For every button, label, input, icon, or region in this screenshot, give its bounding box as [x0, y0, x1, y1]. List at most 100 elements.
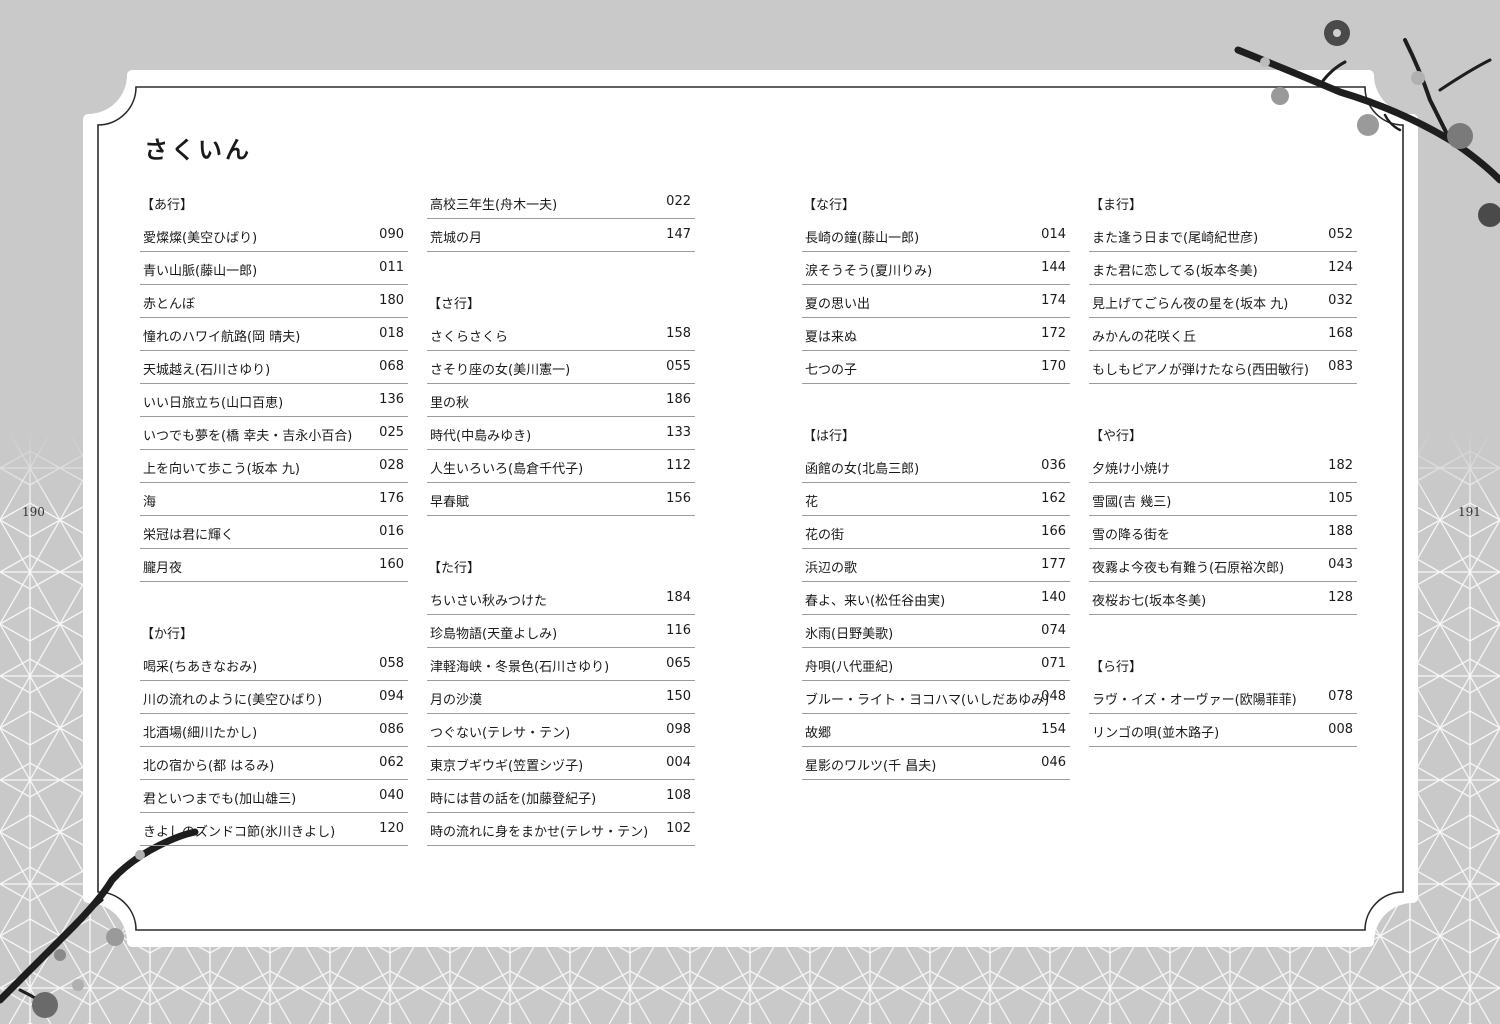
- index-entry: 函館の女(北島三郎) 036: [802, 450, 1070, 483]
- index-entry: きよしのズンドコ節(氷川きよし) 120: [140, 813, 408, 846]
- entry-title: 春よ、来い(松任谷由実): [805, 594, 946, 609]
- entry-title: 夏は来ぬ: [805, 330, 858, 345]
- index-entry: 高校三年生(舟木一夫) 022: [427, 186, 695, 219]
- index-entry: もしもピアノが弾けたなら(西田敏行) 083: [1089, 351, 1357, 384]
- entry-title: もしもピアノが弾けたなら(西田敏行): [1092, 363, 1309, 378]
- entry-page-number: 140: [1041, 590, 1066, 605]
- entry-page-number: 116: [666, 623, 691, 638]
- entry-page-number: 040: [379, 788, 404, 803]
- index-column-3: 【な行】 長崎の鐘(藤山一郎) 014 涙そうそう(夏川りみ) 144 夏の思い出 174 夏…: [802, 186, 1070, 780]
- entry-page-number: 133: [666, 425, 691, 440]
- entry-page-number: 120: [379, 821, 404, 836]
- index-entry: 花の街 166: [802, 516, 1070, 549]
- entry-title: 里の秋: [430, 396, 470, 411]
- index-entry: 春よ、来い(松任谷由実) 140: [802, 582, 1070, 615]
- index-entry: 夏は来ぬ 172: [802, 318, 1070, 351]
- entry-page-number: 124: [1328, 260, 1353, 275]
- index-entry: さそり座の女(美川憲一) 055: [427, 351, 695, 384]
- entry-title: 見上げてごらん夜の星を(坂本 九): [1092, 297, 1289, 312]
- section-heading: 【ま行】: [1089, 186, 1357, 219]
- entry-title: さそり座の女(美川憲一): [430, 363, 571, 378]
- index-entry: 東京ブギウギ(笠置シヅ子) 004: [427, 747, 695, 780]
- entry-title: きよしのズンドコ節(氷川きよし): [143, 825, 336, 840]
- entry-page-number: 166: [1041, 524, 1066, 539]
- entry-title: 栄冠は君に輝く: [143, 528, 235, 543]
- entry-title: つぐない(テレサ・テン): [430, 726, 571, 741]
- index-entry: 舟唄(八代亜紀) 071: [802, 648, 1070, 681]
- index-entry: 浜辺の歌 177: [802, 549, 1070, 582]
- index-entry: 夕焼け小焼け 182: [1089, 450, 1357, 483]
- entry-page-number: 058: [379, 656, 404, 671]
- index-entry: ちいさい秋みつけた 184: [427, 582, 695, 615]
- index-entry: リンゴの唄(並木路子) 008: [1089, 714, 1357, 747]
- entry-page-number: 048: [1041, 689, 1066, 704]
- index-entry: 人生いろいろ(島倉千代子) 112: [427, 450, 695, 483]
- index-entry: 夜桜お七(坂本冬美) 128: [1089, 582, 1357, 615]
- entry-title: 君といつまでも(加山雄三): [143, 792, 297, 807]
- entry-page-number: 172: [1041, 326, 1066, 341]
- entry-title: 東京ブギウギ(笠置シヅ子): [430, 759, 584, 774]
- index-entry: 赤とんぼ 180: [140, 285, 408, 318]
- section-heading-label: 【は行】: [803, 429, 856, 444]
- entry-page-number: 052: [1328, 227, 1353, 242]
- entry-title: 憧れのハワイ航路(岡 晴夫): [143, 330, 301, 345]
- entry-title: 故郷: [805, 726, 832, 741]
- index-entry: 愛燦燦(美空ひばり) 090: [140, 219, 408, 252]
- entry-title: また逢う日まで(尾崎紀世彦): [1092, 231, 1259, 246]
- entry-page-number: 160: [379, 557, 404, 572]
- entry-title: 夕焼け小焼け: [1092, 462, 1171, 477]
- entry-title: 青い山脈(藤山一郎): [143, 264, 258, 279]
- entry-title: 花の街: [805, 528, 845, 543]
- index-entry: 朧月夜 160: [140, 549, 408, 582]
- section-heading: 【さ行】: [427, 285, 695, 318]
- entry-title: 川の流れのように(美空ひばり): [143, 693, 323, 708]
- entry-page-number: 065: [666, 656, 691, 671]
- page-number-left: 190: [22, 505, 45, 519]
- entry-page-number: 071: [1041, 656, 1066, 671]
- entry-title: ちいさい秋みつけた: [430, 594, 548, 609]
- entry-title: ラヴ・イズ・オーヴァー(欧陽菲菲): [1092, 693, 1297, 708]
- entry-title: 時には昔の話を(加藤登紀子): [430, 792, 597, 807]
- entry-page-number: 158: [666, 326, 691, 341]
- entry-page-number: 004: [666, 755, 691, 770]
- entry-page-number: 180: [379, 293, 404, 308]
- entry-page-number: 174: [1041, 293, 1066, 308]
- entry-page-number: 055: [666, 359, 691, 374]
- section-heading-label: 【さ行】: [428, 297, 481, 312]
- entry-title: 上を向いて歩こう(坂本 九): [143, 462, 300, 477]
- index-entry: 海 176: [140, 483, 408, 516]
- section-heading: 【な行】: [802, 186, 1070, 219]
- entry-page-number: 102: [666, 821, 691, 836]
- index-entry: 故郷 154: [802, 714, 1070, 747]
- section-heading-label: 【ら行】: [1090, 660, 1143, 675]
- entry-page-number: 078: [1328, 689, 1353, 704]
- section-heading: 【か行】: [140, 615, 408, 648]
- entry-title: 高校三年生(舟木一夫): [430, 198, 558, 213]
- section-heading: 【は行】: [802, 417, 1070, 450]
- index-entry: 見上げてごらん夜の星を(坂本 九) 032: [1089, 285, 1357, 318]
- entry-page-number: 176: [379, 491, 404, 506]
- section-heading-label: 【あ行】: [141, 198, 194, 213]
- index-entry: 君といつまでも(加山雄三) 040: [140, 780, 408, 813]
- entry-page-number: 150: [666, 689, 691, 704]
- index-entry: 雪國(吉 幾三) 105: [1089, 483, 1357, 516]
- entry-page-number: 032: [1328, 293, 1353, 308]
- entry-title: さくらさくら: [430, 330, 509, 345]
- entry-page-number: 156: [666, 491, 691, 506]
- entry-title: 函館の女(北島三郎): [805, 462, 920, 477]
- entry-page-number: 186: [666, 392, 691, 407]
- entry-page-number: 018: [379, 326, 404, 341]
- section-heading: 【や行】: [1089, 417, 1357, 450]
- entry-title: 早春賦: [430, 495, 470, 510]
- index-entry: また逢う日まで(尾崎紀世彦) 052: [1089, 219, 1357, 252]
- entry-page-number: 128: [1328, 590, 1353, 605]
- section-heading: 【あ行】: [140, 186, 408, 219]
- entry-page-number: 188: [1328, 524, 1353, 539]
- entry-title: 月の沙漠: [430, 693, 483, 708]
- section-heading-label: 【ま行】: [1090, 198, 1143, 213]
- entry-title: 浜辺の歌: [805, 561, 858, 576]
- entry-title: 天城越え(石川さゆり): [143, 363, 271, 378]
